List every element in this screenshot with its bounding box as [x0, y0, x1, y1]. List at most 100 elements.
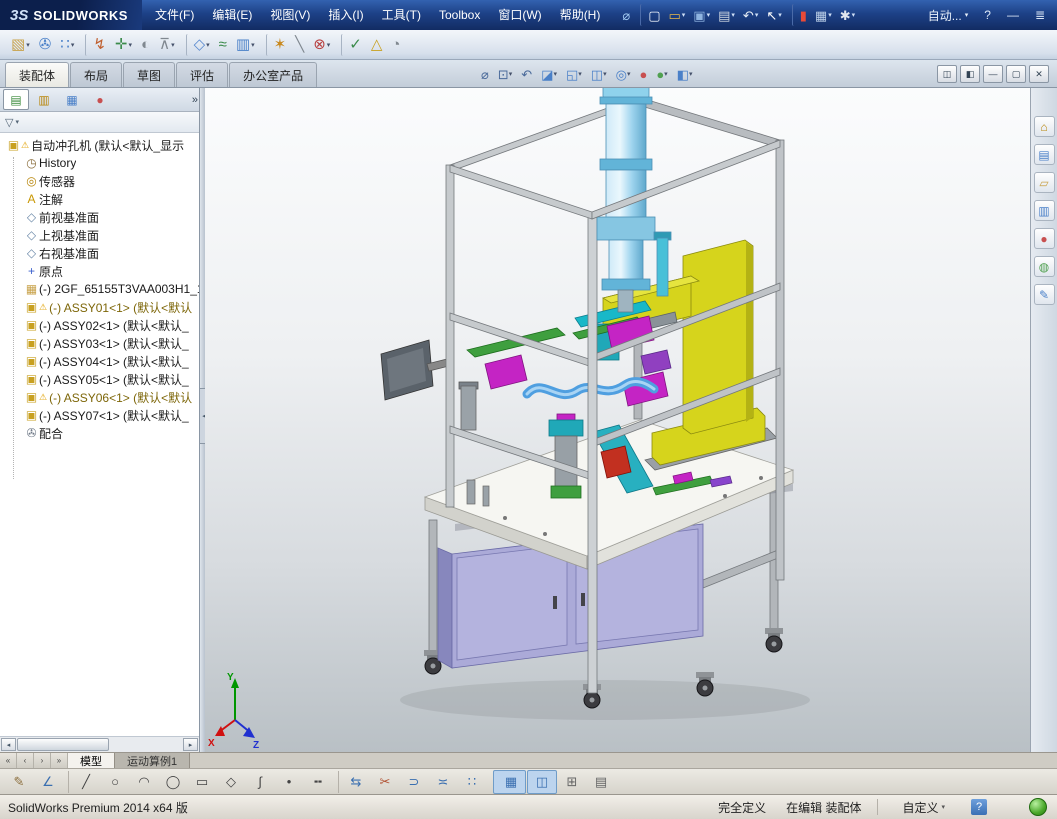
zoom-fit-button[interactable]: ⌀	[478, 63, 492, 85]
tree-item-assy05[interactable]: ▣ (-) ASSY05<1> (默认<默认_	[0, 370, 199, 388]
linear-pattern-tool[interactable]: ∷	[458, 771, 486, 793]
close-doc-button[interactable]: ✕	[1029, 65, 1049, 83]
view-orientation-button[interactable]: ◱ ▾	[563, 63, 585, 85]
new-file-button[interactable]: ▢	[640, 4, 663, 26]
display-grid-toggle[interactable]: ▦	[493, 770, 526, 794]
restore-doc-button[interactable]: ▢	[1006, 65, 1026, 83]
ellipse-tool[interactable]: ◯	[159, 771, 187, 793]
graphics-viewport[interactable]: Y X Z	[205, 88, 1030, 752]
smart-fasteners-button[interactable]: ↯	[85, 34, 109, 56]
scenes-tab[interactable]: ◍	[1034, 256, 1055, 277]
minimize-doc-button[interactable]: —	[983, 65, 1003, 83]
propertymanager-tab[interactable]: ▥	[31, 89, 57, 110]
tree-item-assy07[interactable]: ▣ (-) ASSY07<1> (默认<默认_	[0, 406, 199, 424]
menu-edit[interactable]: 编辑(E)	[203, 0, 261, 30]
menu-toolbox[interactable]: Toolbox	[430, 0, 489, 30]
circle-tool[interactable]: ○	[101, 771, 129, 793]
tree-item-history[interactable]: ◷ History	[0, 154, 199, 172]
scroll-left-button[interactable]: ◂	[1, 738, 16, 751]
mate-button[interactable]: ✇	[36, 33, 55, 57]
hide-show-items-button[interactable]: ◎ ▾	[613, 63, 634, 85]
snap-toggle[interactable]: ⊞	[558, 771, 586, 793]
section-view-button[interactable]: ◪ ▾	[538, 63, 560, 85]
view-palette-tab[interactable]: ▥	[1034, 200, 1055, 221]
pin-pane-button[interactable]: ◧	[960, 65, 980, 83]
undo-button[interactable]: ↶ ▾	[740, 4, 761, 26]
tree-item-assy01[interactable]: ▣ ⚠ (-) ASSY01<1> (默认<默认	[0, 298, 199, 316]
float-pane-button[interactable]: ◫	[937, 65, 957, 83]
insert-components-button[interactable]: ▧ ▾	[8, 33, 33, 57]
menu-tools[interactable]: 工具(T)	[373, 0, 430, 30]
tree-item-annotations[interactable]: A 注解	[0, 190, 199, 208]
tree-root-assembly[interactable]: ▣ ⚠ 自动冲孔机 (默认<默认_显示	[0, 136, 199, 154]
tab-office-products[interactable]: 办公室产品	[229, 62, 317, 87]
tree-item-assy06[interactable]: ▣ ⚠ (-) ASSY06<1> (默认<默认	[0, 388, 199, 406]
last-tab-button[interactable]: »	[51, 753, 68, 768]
scrollbar-thumb[interactable]	[17, 738, 109, 751]
model-canvas[interactable]: Y X Z	[205, 88, 1030, 752]
menu-view[interactable]: 视图(V)	[261, 0, 319, 30]
help-menu-button[interactable]: ?	[984, 8, 991, 22]
sketch-button[interactable]: ✎	[5, 771, 33, 793]
instant3d-button[interactable]: △	[368, 33, 386, 57]
trim-tool[interactable]: ✂	[371, 771, 399, 793]
configurationmanager-tab[interactable]: ▦	[59, 89, 85, 110]
solidworks-sphere-icon[interactable]	[1029, 798, 1047, 816]
previous-view-button[interactable]: ↶	[518, 63, 535, 85]
large-assembly-button[interactable]: ◔	[388, 33, 403, 57]
tab-model[interactable]: 模型	[68, 753, 115, 768]
component-pattern-button[interactable]: ∷ ▾	[57, 33, 77, 57]
scroll-right-button[interactable]: ▸	[183, 738, 198, 751]
menu-window[interactable]: 窗口(W)	[489, 0, 550, 30]
mirror-tool[interactable]: ⇆	[338, 771, 370, 793]
select-cursor-button[interactable]: ↖ ▾	[763, 4, 784, 26]
tab-evaluate[interactable]: 评估	[176, 62, 228, 87]
panel-horizontal-scrollbar[interactable]: ◂ ▸	[0, 736, 199, 752]
shaded-view-toggle[interactable]: ◫	[527, 770, 557, 794]
design-library-tab[interactable]: ▤	[1034, 144, 1055, 165]
menu-insert[interactable]: 插入(I)	[319, 0, 372, 30]
tree-item-origin[interactable]: + 原点	[0, 262, 199, 280]
tree-item-sensors[interactable]: ◎ 传感器	[0, 172, 199, 190]
centerline-tool[interactable]: ╍	[304, 771, 332, 793]
smart-dimension-button[interactable]: ∠	[34, 771, 62, 793]
edit-appearance-button[interactable]: ●	[636, 63, 650, 85]
arc-tool[interactable]: ◠	[130, 771, 158, 793]
tree-item-assy03[interactable]: ▣ (-) ASSY03<1> (默认<默认_	[0, 334, 199, 352]
search-scope-dropdown[interactable]: 自动... ▾	[928, 7, 969, 24]
tree-item-assy04[interactable]: ▣ (-) ASSY04<1> (默认<默认_	[0, 352, 199, 370]
rectangle-tool[interactable]: ▭	[188, 771, 216, 793]
options-button[interactable]: ✱ ▾	[837, 4, 858, 26]
quick-tips-help-button[interactable]: ?	[971, 799, 987, 815]
print-button[interactable]: ▤ ▾	[715, 4, 738, 26]
featuremanager-tab[interactable]: ▤	[3, 89, 29, 110]
solidworks-resources-tab[interactable]: ⌂	[1034, 116, 1055, 137]
tree-item-mates[interactable]: ✇ 配合	[0, 424, 199, 442]
bom-button[interactable]: ▥ ▾	[233, 33, 258, 57]
tree-item-right-plane[interactable]: ◇ 右视基准面	[0, 244, 199, 262]
explode-line-button[interactable]: ╲	[292, 33, 307, 57]
tab-layout[interactable]: 布局	[70, 62, 122, 87]
minimize-menubar-button[interactable]: —	[1007, 8, 1019, 22]
table-tool[interactable]: ▤	[587, 771, 615, 793]
display-style-button[interactable]: ◫ ▾	[588, 63, 610, 85]
assembly-xpert-button[interactable]: ✓	[341, 34, 365, 56]
zoom-area-button[interactable]: ⊡ ▾	[495, 63, 515, 85]
tab-assembly[interactable]: 装配体	[5, 62, 69, 87]
spline-tool[interactable]: ∫	[246, 771, 274, 793]
displaymanager-tab[interactable]: ●	[87, 89, 113, 110]
prev-tab-button[interactable]: ‹	[17, 753, 34, 768]
first-tab-button[interactable]: «	[0, 753, 17, 768]
tab-sketch[interactable]: 草图	[123, 62, 175, 87]
search-flashlight-icon[interactable]: ⌀	[619, 4, 633, 26]
custom-status-dropdown[interactable]: 自定义 ▾	[902, 799, 945, 816]
open-file-button[interactable]: ▭ ▾	[665, 4, 688, 26]
tree-item-assy02[interactable]: ▣ (-) ASSY02<1> (默认<默认_	[0, 316, 199, 334]
convert-entities-tool[interactable]: ⊃	[400, 771, 428, 793]
polygon-tool[interactable]: ◇	[217, 771, 245, 793]
appearances-tab[interactable]: ●	[1034, 228, 1055, 249]
tree-filter-bar[interactable]: ▽ ▾	[0, 112, 199, 133]
custom-properties-tab[interactable]: ✎	[1034, 284, 1055, 305]
move-component-button[interactable]: ✛ ▾	[112, 33, 135, 57]
tree-item-front-plane[interactable]: ◇ 前视基准面	[0, 208, 199, 226]
